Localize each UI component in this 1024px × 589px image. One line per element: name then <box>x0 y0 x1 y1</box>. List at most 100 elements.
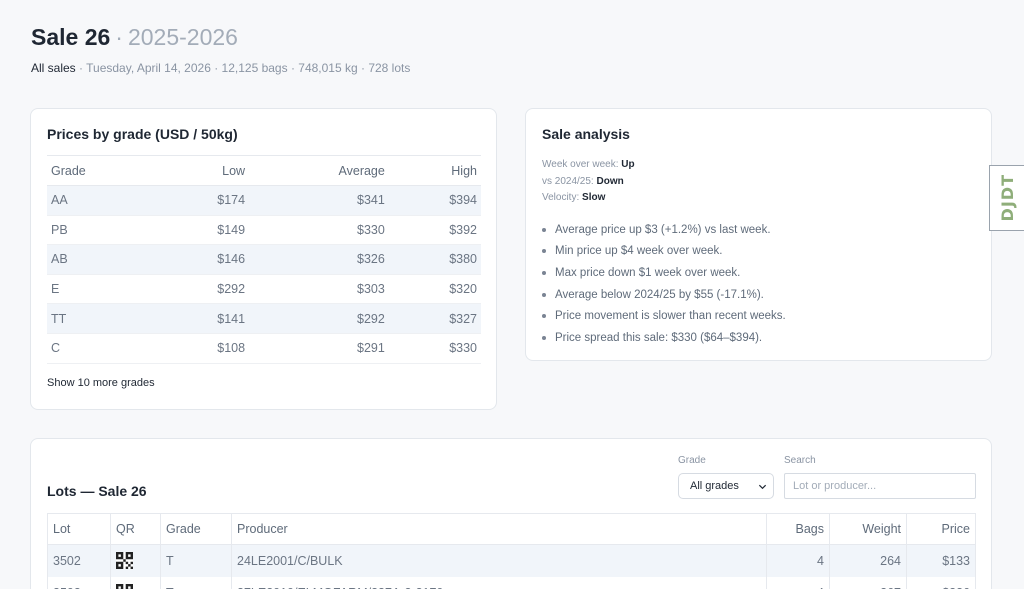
lots-table-header: Lot QR Grade Producer Bags Weight Price <box>47 513 976 545</box>
average-cell: $292 <box>249 303 389 334</box>
grade-row: E $292 $303 $320 <box>47 274 481 305</box>
col-weight: Weight <box>829 513 907 545</box>
high-cell: $380 <box>388 244 481 275</box>
weight-cell: 264 <box>829 544 907 577</box>
grade-filter-label: Grade <box>678 455 706 466</box>
lot-row[interactable]: 3503 T 27LE2010/ELMOFARM/337A-2-2170 4 2… <box>47 576 976 589</box>
col-average: Average <box>249 155 389 186</box>
lot-row[interactable]: 3502 T 24LE2001/C/BULK 4 264 $133 <box>47 544 976 577</box>
grade-filter-value: All grades <box>690 480 739 492</box>
low-cell: $149 <box>156 215 250 246</box>
low-cell: $108 <box>156 333 250 364</box>
grade-cell: TT <box>47 303 157 334</box>
lot-number-cell: 3502 <box>47 544 111 577</box>
price-cell: $133 <box>906 544 976 577</box>
title-separator: · <box>115 24 123 50</box>
sale-meta-text: · Tuesday, April 14, 2026 · 12,125 bags … <box>75 61 411 75</box>
producer-cell: 27LE2010/ELMOFARM/337A-2-2170 <box>231 576 767 589</box>
weight-cell: 267 <box>829 576 907 589</box>
col-low: Low <box>156 155 250 186</box>
grade-cell: E <box>47 274 157 305</box>
average-cell: $330 <box>249 215 389 246</box>
high-cell: $392 <box>388 215 481 246</box>
analysis-card-title: Sale analysis <box>542 126 630 142</box>
col-grade: Grade <box>47 155 157 186</box>
low-cell: $174 <box>156 185 250 216</box>
grade-row: PB $149 $330 $392 <box>47 215 481 246</box>
analysis-bullet-list: Average price up $3 (+1.2%) vs last week… <box>542 219 786 349</box>
sale-analysis-card: Sale analysis Week over week: Up vs 2024… <box>525 108 992 361</box>
grade-row: AA $174 $341 $394 <box>47 185 481 216</box>
lot-search-input[interactable] <box>784 473 976 499</box>
qr-code-icon[interactable] <box>116 584 133 589</box>
col-bags: Bags <box>766 513 830 545</box>
metric-velocity: Velocity: Slow <box>542 190 635 207</box>
grade-table-header: Grade Low Average High <box>47 155 481 186</box>
show-more-grades-link[interactable]: Show 10 more grades <box>47 377 155 389</box>
col-lot: Lot <box>47 513 111 545</box>
price-cell: $236 <box>906 576 976 589</box>
grade-cell: AA <box>47 185 157 216</box>
col-price: Price <box>906 513 976 545</box>
prices-by-grade-card: Prices by grade (USD / 50kg) Grade Low A… <box>30 108 497 410</box>
metric-week-over-week: Week over week: Up <box>542 157 635 174</box>
col-grade: Grade <box>160 513 232 545</box>
all-sales-link[interactable]: All sales <box>31 61 76 75</box>
analysis-bullet: Min price up $4 week over week. <box>542 241 786 263</box>
grade-row: C $108 $291 $330 <box>47 333 481 364</box>
analysis-bullet: Average below 2024/25 by $55 (-17.1%). <box>542 284 786 306</box>
col-high: High <box>388 155 481 186</box>
grade-row: AB $146 $326 $380 <box>47 244 481 275</box>
metric-label: Week over week: <box>542 159 619 170</box>
grade-row: TT $141 $292 $327 <box>47 303 481 334</box>
debug-toolbar-toggle[interactable]: DJDT <box>989 165 1024 231</box>
high-cell: $394 <box>388 185 481 216</box>
season-label: 2025-2026 <box>127 24 238 50</box>
producer-cell: 24LE2001/C/BULK <box>231 544 767 577</box>
lots-table: Lot QR Grade Producer Bags Weight Price … <box>47 513 976 589</box>
page-title: Sale 26 <box>31 24 111 50</box>
lots-card-title: Lots — Sale 26 <box>47 483 147 499</box>
grade-cell: C <box>47 333 157 364</box>
average-cell: $291 <box>249 333 389 364</box>
analysis-bullet: Average price up $3 (+1.2%) vs last week… <box>542 219 786 241</box>
prices-card-title: Prices by grade (USD / 50kg) <box>47 126 238 142</box>
lot-grade-cell: T <box>160 576 232 589</box>
col-producer: Producer <box>231 513 767 545</box>
title-row: Sale 26 · 2025-2026 <box>31 24 410 51</box>
col-qr: QR <box>110 513 161 545</box>
grade-cell: AB <box>47 244 157 275</box>
search-label: Search <box>784 455 816 466</box>
high-cell: $320 <box>388 274 481 305</box>
grade-price-table: Grade Low Average High AA $174 $341 $394… <box>47 155 481 364</box>
metric-vs-last-season: vs 2024/25: Down <box>542 174 635 191</box>
page-header: Sale 26 · 2025-2026 All sales · Tuesday,… <box>31 24 410 75</box>
grade-filter-select[interactable]: All grades <box>678 473 774 499</box>
low-cell: $146 <box>156 244 250 275</box>
high-cell: $327 <box>388 303 481 334</box>
average-cell: $326 <box>249 244 389 275</box>
lot-number-cell: 3503 <box>47 576 111 589</box>
low-cell: $141 <box>156 303 250 334</box>
analysis-bullet: Price spread this sale: $330 ($64–$394). <box>542 327 786 349</box>
qr-cell <box>110 576 161 589</box>
sale-meta: All sales · Tuesday, April 14, 2026 · 12… <box>31 61 410 75</box>
low-cell: $292 <box>156 274 250 305</box>
analysis-metrics: Week over week: Up vs 2024/25: Down Velo… <box>542 157 635 207</box>
qr-code-icon[interactable] <box>116 552 133 570</box>
metric-label: vs 2024/25: <box>542 175 594 187</box>
metric-value: Up <box>621 159 635 170</box>
bags-cell: 4 <box>766 544 830 577</box>
lots-card: Lots — Sale 26 Grade All grades Search L… <box>30 438 992 589</box>
metric-value: Slow <box>582 192 606 203</box>
analysis-bullet: Price movement is slower than recent wee… <box>542 305 786 327</box>
lot-grade-cell: T <box>160 544 232 577</box>
debug-toolbar-label: DJDT <box>998 174 1017 222</box>
metric-value: Down <box>596 175 624 187</box>
analysis-bullet: Max price down $1 week over week. <box>542 262 786 284</box>
high-cell: $330 <box>388 333 481 364</box>
grade-cell: PB <box>47 215 157 246</box>
metric-label: Velocity: <box>542 192 580 203</box>
bags-cell: 4 <box>766 576 830 589</box>
average-cell: $341 <box>249 185 389 216</box>
